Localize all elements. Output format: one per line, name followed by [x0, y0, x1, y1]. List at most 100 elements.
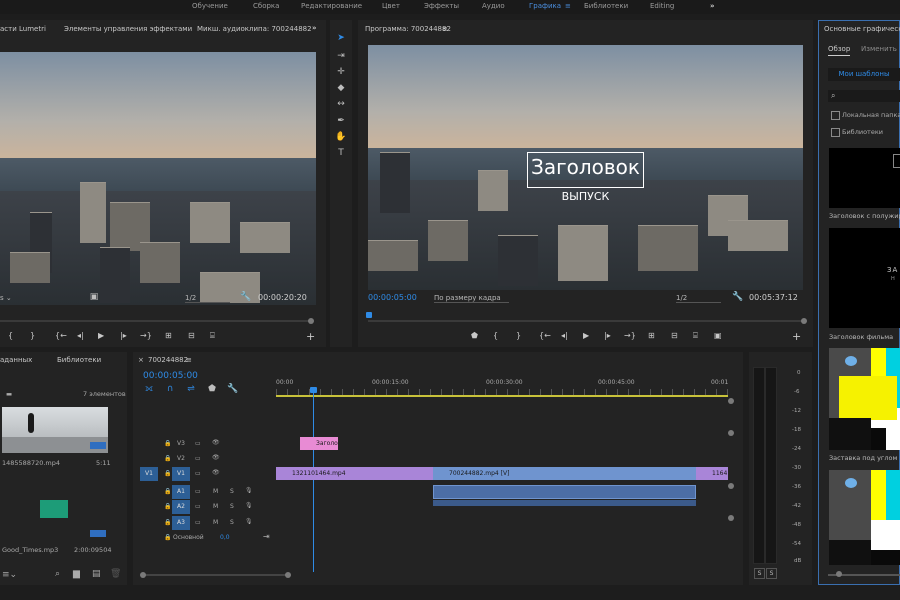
track-lock-icon[interactable]: 🔒	[164, 455, 171, 462]
track-label-v3[interactable]: V3	[177, 440, 185, 447]
tab-browse[interactable]: Обзор	[828, 45, 851, 56]
timeline-vscroll-mid[interactable]	[728, 430, 734, 436]
track-sync-icon[interactable]: ▭	[195, 488, 201, 495]
program-scrub-bar[interactable]	[368, 320, 804, 322]
timeline-hscroll-start[interactable]	[140, 572, 146, 578]
program-camera-icon[interactable]: ⌸	[693, 331, 698, 341]
mic-icon[interactable]: 🎙	[245, 518, 253, 525]
workspace-tab-audio[interactable]: Аудио	[482, 2, 505, 10]
track-select-tool-icon[interactable]: ⇥	[335, 50, 347, 62]
source-mark-out-button[interactable]: }	[30, 331, 35, 340]
track-sync-icon[interactable]: ▭	[195, 503, 201, 510]
trash-icon[interactable]: 🗑	[110, 569, 121, 579]
source-step-forward-button[interactable]: |▸	[120, 331, 127, 340]
track-label-a2[interactable]: A2	[172, 500, 190, 514]
solo-button[interactable]: S	[230, 488, 234, 495]
program-panel-title[interactable]: Программа: 700244882	[365, 25, 451, 33]
program-step-forward-button[interactable]: |▸	[604, 331, 611, 340]
source-mark-in-button[interactable]: {	[8, 331, 13, 340]
template-thumbnail-film-title[interactable]: ЗА Н	[829, 228, 900, 328]
program-wrench-icon[interactable]: 🔧	[732, 291, 744, 303]
source-settings-icon[interactable]: ▣	[88, 291, 100, 303]
pen-tool-icon[interactable]: ✒	[335, 115, 347, 127]
playhead[interactable]	[313, 388, 314, 572]
libraries-checkbox[interactable]	[831, 128, 840, 137]
my-templates-button[interactable]: Мои шаблоны	[828, 68, 900, 81]
tab-libraries[interactable]: Библиотеки	[57, 356, 101, 364]
track-lock-icon[interactable]: 🔒	[164, 488, 171, 495]
more-tabs-icon[interactable]: »	[312, 24, 317, 32]
audio-clip-a1[interactable]	[433, 485, 696, 499]
master-volume-value[interactable]: 0,0	[220, 534, 230, 541]
clip2-name[interactable]: Good_Times.mp3	[2, 546, 58, 554]
track-lock-icon[interactable]: 🔒	[164, 519, 171, 526]
audio-clip-a2[interactable]	[433, 500, 696, 506]
add-marker-icon[interactable]: ⬟	[206, 383, 218, 395]
track-label-v2[interactable]: V2	[177, 455, 185, 462]
source-step-back-button[interactable]: ◂|	[77, 331, 84, 340]
workspace-menu-icon[interactable]: ≡	[565, 2, 571, 10]
source-add-button[interactable]: +	[306, 330, 315, 343]
track-label-a3[interactable]: A3	[172, 516, 190, 530]
tab-lumetri[interactable]: асти Lumetri	[0, 25, 46, 33]
program-fit-dropdown[interactable]: По размеру кадра	[434, 294, 509, 303]
workspace-tab-effects[interactable]: Эффекты	[424, 2, 459, 10]
timeline-close-icon[interactable]: ×	[138, 356, 144, 364]
template-thumbnail-angled-intro[interactable]	[829, 348, 900, 450]
tab-edit[interactable]: Изменить	[861, 45, 897, 53]
program-lift-button[interactable]: ⊞	[648, 331, 655, 340]
timeline-vscroll-v1[interactable]	[728, 483, 734, 489]
program-mark-out-button[interactable]: }	[516, 331, 521, 340]
clip-1164[interactable]: 1164	[696, 467, 728, 480]
track-eye-icon[interactable]: 👁	[212, 439, 220, 446]
work-area-bar[interactable]	[276, 395, 728, 397]
solo-button[interactable]: S	[230, 519, 234, 526]
hand-tool-icon[interactable]: ✋	[335, 131, 347, 143]
track-sync-icon[interactable]: ▭	[195, 470, 201, 477]
camera-icon[interactable]: ⌸	[210, 331, 215, 341]
workspace-tab-editing-en[interactable]: Editing	[650, 2, 674, 10]
go-to-end-icon[interactable]: ⇥	[263, 532, 270, 541]
mute-button[interactable]: M	[213, 519, 218, 526]
source-play-button[interactable]: ▶	[98, 331, 104, 340]
program-step-back-button[interactable]: ◂|	[561, 331, 568, 340]
program-add-marker-button[interactable]: ⬟	[471, 331, 478, 340]
clip-700244882[interactable]: 700244882.mp4 [V]	[433, 467, 696, 480]
template-thumbnail-4[interactable]	[829, 470, 900, 565]
tab-metadata[interactable]: аданных	[0, 356, 32, 364]
program-extract-button[interactable]: ⊟	[671, 331, 678, 340]
source-insert-button[interactable]: ⊞	[165, 331, 172, 340]
clip-1321101464[interactable]: 1321101464.mp4	[276, 467, 433, 480]
timeline-settings-icon[interactable]: 🔧	[227, 383, 239, 395]
timeline-hscroll[interactable]	[143, 574, 288, 576]
program-goto-in-button[interactable]: {←	[539, 331, 551, 340]
program-current-timecode[interactable]: 00:00:05:00	[368, 293, 417, 302]
ripple-edit-tool-icon[interactable]: ✛	[335, 66, 347, 78]
thumbnail-size-knob[interactable]	[836, 571, 842, 577]
meter-solo-left[interactable]: S	[754, 568, 765, 579]
audio-clip-thumbnail[interactable]	[2, 482, 108, 538]
program-play-button[interactable]: ▶	[583, 331, 589, 340]
source-goto-in-button[interactable]: {←	[55, 331, 67, 340]
program-menu-icon[interactable]: ≡	[442, 25, 448, 33]
new-item-icon[interactable]: ▤	[92, 569, 101, 579]
track-label-v1[interactable]: V1	[172, 467, 190, 481]
solo-button[interactable]: S	[230, 503, 234, 510]
program-compare-icon[interactable]: ▣	[714, 331, 722, 340]
source-goto-out-button[interactable]: →}	[140, 331, 152, 340]
track-lock-icon[interactable]: 🔒	[164, 470, 171, 477]
workspace-tab-libraries[interactable]: Библиотеки	[584, 2, 628, 10]
track-lock-icon[interactable]: 🔒	[164, 534, 171, 541]
timeline-tab[interactable]: 700244882	[148, 356, 188, 364]
workspace-tab-learning[interactable]: Обучение	[192, 2, 228, 10]
program-scrub-end[interactable]	[801, 318, 807, 324]
playhead-handle[interactable]	[310, 387, 317, 393]
program-mark-in-button[interactable]: {	[493, 331, 498, 340]
mic-icon[interactable]: 🎙	[245, 502, 253, 509]
workspace-tab-assembly[interactable]: Сборка	[253, 2, 279, 10]
workspace-tab-graphics[interactable]: Графика	[529, 2, 561, 10]
timeline-timecode[interactable]: 00:00:05:00	[143, 371, 198, 381]
template-thumbnail-bold-title[interactable]	[829, 148, 900, 208]
track-sync-icon[interactable]: ▭	[195, 519, 201, 526]
snap-icon[interactable]: ∩	[164, 383, 176, 395]
